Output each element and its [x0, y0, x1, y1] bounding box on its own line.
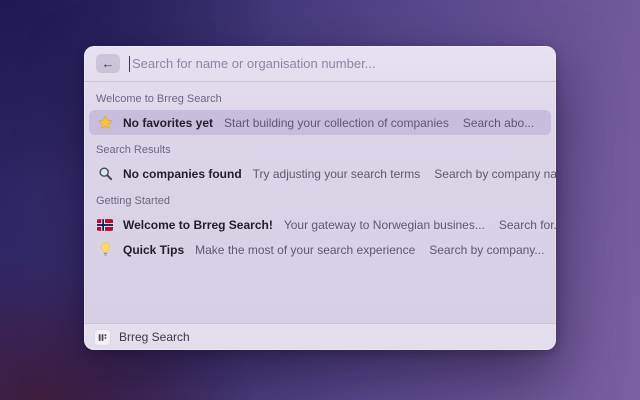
- section-header-getting-started: Getting Started: [96, 195, 170, 207]
- item-extra: Search abo...: [462, 115, 535, 130]
- item-title: No companies found: [123, 166, 242, 181]
- list-item-no-favorites[interactable]: No favorites yet Start building your col…: [89, 110, 551, 135]
- item-title: Quick Tips: [123, 242, 185, 257]
- item-subtitle: Try adjusting your search terms: [252, 166, 421, 181]
- item-subtitle: Make the most of your search experience: [195, 242, 416, 257]
- section-header-search-results: Search Results: [96, 144, 171, 156]
- item-extra: Search by company name: [434, 166, 556, 181]
- item-subtitle: Your gateway to Norwegian busines...: [283, 217, 485, 232]
- item-subtitle: Start building your collection of compan…: [224, 115, 449, 130]
- text-caret: [129, 55, 130, 72]
- results-list: Welcome to Brreg Search No favorites yet…: [84, 82, 556, 323]
- item-title: Welcome to Brreg Search!: [123, 217, 273, 232]
- lightbulb-icon: [97, 242, 113, 258]
- magnifier-icon: [97, 166, 113, 182]
- search-bar: ←: [84, 46, 556, 82]
- list-item-no-companies[interactable]: No companies found Try adjusting your se…: [89, 161, 556, 186]
- section-header-welcome: Welcome to Brreg Search: [96, 93, 222, 105]
- list-item-quick-tips[interactable]: Quick Tips Make the most of your search …: [89, 237, 551, 262]
- search-input[interactable]: [129, 56, 544, 71]
- item-extra: Search by company...: [429, 242, 545, 257]
- app-name-label: Brreg Search: [119, 330, 190, 344]
- search-window: ← Welcome to Brreg Search No favorites y…: [84, 46, 556, 350]
- star-icon: [97, 115, 113, 131]
- list-item-welcome[interactable]: Welcome to Brreg Search! Your gateway to…: [89, 212, 556, 237]
- app-logo-icon: [94, 328, 111, 346]
- back-button[interactable]: ←: [96, 54, 120, 73]
- item-extra: Search for...: [498, 217, 556, 232]
- item-title: No favorites yet: [123, 115, 214, 130]
- footer-bar: Brreg Search: [84, 323, 556, 350]
- norway-flag-icon: [97, 217, 113, 233]
